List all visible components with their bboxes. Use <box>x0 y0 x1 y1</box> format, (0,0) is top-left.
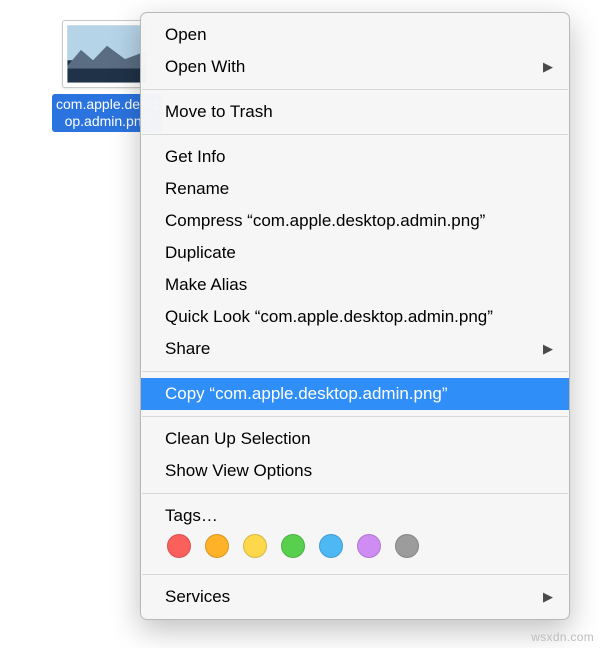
menu-make-alias[interactable]: Make Alias <box>141 269 569 301</box>
menu-compress[interactable]: Compress “com.apple.desktop.admin.png” <box>141 205 569 237</box>
menu-clean-up[interactable]: Clean Up Selection <box>141 423 569 455</box>
tag-dot-orange[interactable] <box>205 534 229 558</box>
tag-dot-purple[interactable] <box>357 534 381 558</box>
tag-dot-gray[interactable] <box>395 534 419 558</box>
menu-tags-label: Tags… <box>165 506 545 532</box>
menu-separator <box>142 574 568 575</box>
thumbnail-frame <box>62 20 152 88</box>
menu-quick-look[interactable]: Quick Look “com.apple.desktop.admin.png” <box>141 301 569 333</box>
tag-dots-row <box>165 532 545 564</box>
menu-separator <box>142 371 568 372</box>
menu-separator <box>142 493 568 494</box>
menu-rename[interactable]: Rename <box>141 173 569 205</box>
menu-separator <box>142 416 568 417</box>
menu-move-to-trash[interactable]: Move to Trash <box>141 96 569 128</box>
menu-share-label: Share <box>165 339 210 358</box>
image-thumbnail-icon <box>67 25 147 83</box>
watermark: wsxdn.com <box>531 630 594 644</box>
menu-open-with-label: Open With <box>165 57 245 76</box>
menu-open-with[interactable]: Open With ▶ <box>141 51 569 83</box>
tag-dot-yellow[interactable] <box>243 534 267 558</box>
chevron-right-icon: ▶ <box>543 585 553 609</box>
chevron-right-icon: ▶ <box>543 337 553 361</box>
menu-duplicate[interactable]: Duplicate <box>141 237 569 269</box>
chevron-right-icon: ▶ <box>543 55 553 79</box>
menu-services-label: Services <box>165 587 230 606</box>
menu-services[interactable]: Services ▶ <box>141 581 569 613</box>
menu-separator <box>142 134 568 135</box>
context-menu: Open Open With ▶ Move to Trash Get Info … <box>140 12 570 620</box>
menu-get-info[interactable]: Get Info <box>141 141 569 173</box>
menu-share[interactable]: Share ▶ <box>141 333 569 365</box>
menu-open[interactable]: Open <box>141 19 569 51</box>
menu-view-options[interactable]: Show View Options <box>141 455 569 487</box>
tag-dot-red[interactable] <box>167 534 191 558</box>
menu-copy[interactable]: Copy “com.apple.desktop.admin.png” <box>141 378 569 410</box>
menu-separator <box>142 89 568 90</box>
menu-tags[interactable]: Tags… <box>141 500 569 568</box>
tag-dot-blue[interactable] <box>319 534 343 558</box>
tag-dot-green[interactable] <box>281 534 305 558</box>
